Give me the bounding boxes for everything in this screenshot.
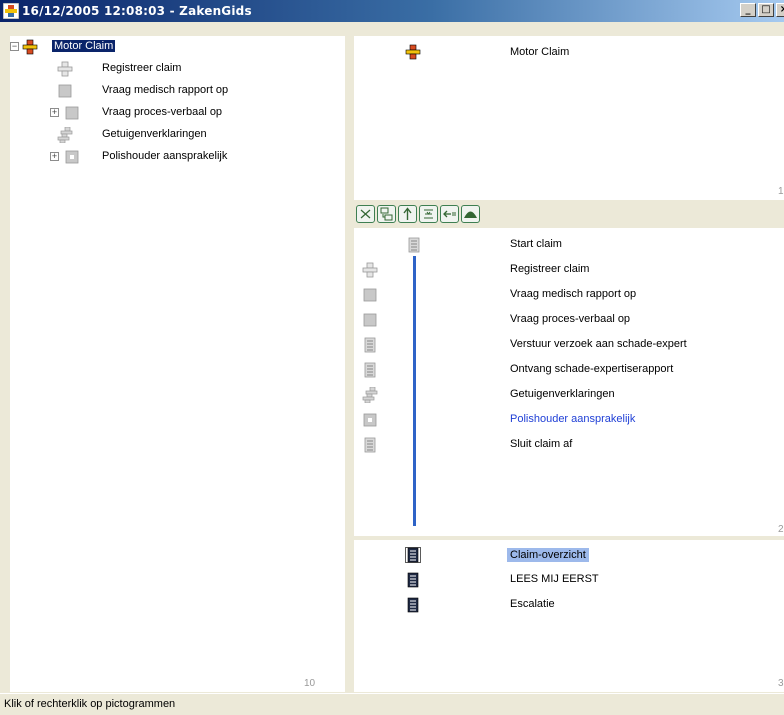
dark-document-icon bbox=[405, 547, 421, 563]
maximize-button[interactable]: □ bbox=[758, 3, 774, 17]
document-item[interactable]: Escalatie bbox=[354, 594, 784, 616]
timeline-item[interactable]: Ontvang schade-expertiserapport bbox=[354, 359, 784, 381]
timeline-item[interactable]: Verstuur verzoek aan schade-expert bbox=[354, 334, 784, 356]
dark-document-icon bbox=[407, 572, 419, 588]
cut-button[interactable] bbox=[356, 205, 375, 223]
dark-document-icon bbox=[407, 597, 419, 613]
timeline-item[interactable]: Sluit claim af bbox=[354, 434, 784, 456]
tree-count: 10 bbox=[304, 678, 316, 689]
cut-icon bbox=[360, 209, 371, 219]
process-tree[interactable]: − Motor Claim Registreer claim Vraag med… bbox=[10, 36, 345, 692]
timeline-item-link[interactable]: Polishouder aansprakelijk bbox=[510, 413, 635, 425]
document-item-label: Escalatie bbox=[510, 598, 555, 610]
document-item-label: LEES MIJ EERST bbox=[510, 573, 599, 585]
tree-item-label: Vraag medisch rapport op bbox=[102, 84, 229, 96]
gray-square-icon bbox=[65, 106, 79, 120]
timeline-item-label: Getuigenverklaringen bbox=[510, 388, 615, 400]
timeline-item-label: Verstuur verzoek aan schade-expert bbox=[510, 338, 687, 350]
timeline-count: 2 bbox=[778, 524, 784, 535]
document-icon bbox=[364, 437, 376, 453]
timeline-toolbar bbox=[354, 202, 784, 228]
timeline-panel[interactable]: Start claim Registreer claim Vraag medis… bbox=[354, 228, 784, 536]
tree-item-label: Polishouder aansprakelijk bbox=[102, 150, 228, 162]
move-left-button[interactable] bbox=[440, 205, 459, 223]
align-icon bbox=[424, 209, 433, 219]
gray-multi-cross-icon bbox=[362, 387, 378, 403]
timeline-item-label: Sluit claim af bbox=[510, 438, 573, 450]
document-item[interactable]: Claim-overzicht bbox=[354, 544, 784, 566]
timeline-item[interactable]: Polishouder aansprakelijk bbox=[354, 409, 784, 431]
document-icon bbox=[364, 362, 376, 378]
tree-item-label: Registreer claim bbox=[102, 62, 182, 74]
minimize-button[interactable]: _ bbox=[740, 3, 756, 17]
gray-dot-square-icon bbox=[363, 413, 377, 427]
top-panel-count: 1 bbox=[778, 186, 784, 197]
tree-item-vraag-medisch-rapport[interactable]: Vraag medisch rapport op bbox=[10, 80, 345, 102]
process-cross-icon bbox=[22, 39, 38, 55]
tree-item-label: Getuigenverklaringen bbox=[102, 128, 207, 140]
close-button[interactable]: × bbox=[776, 3, 784, 17]
tree-item-polishouder-aansprakelijk[interactable]: + Polishouder aansprakelijk bbox=[10, 146, 345, 168]
timeline-item-label: Start claim bbox=[510, 238, 562, 250]
document-icon bbox=[408, 237, 420, 253]
process-cross-icon bbox=[405, 44, 421, 60]
timeline-item-label: Registreer claim bbox=[510, 263, 590, 275]
insert-button[interactable] bbox=[377, 205, 396, 223]
timeline-item[interactable]: Getuigenverklaringen bbox=[354, 384, 784, 406]
gray-square-icon bbox=[363, 313, 377, 327]
gray-multi-cross-icon bbox=[57, 127, 73, 143]
tree-item-vraag-proces-verbaal[interactable]: + Vraag proces-verbaal op bbox=[10, 102, 345, 124]
tree-item-label: Vraag proces-verbaal op bbox=[102, 106, 223, 118]
tree-item-motor-claim[interactable]: − Motor Claim bbox=[10, 36, 345, 58]
window-title: 16/12/2005 12:08:03 - ZakenGids bbox=[22, 4, 252, 18]
align-button[interactable] bbox=[419, 205, 438, 223]
timeline-item[interactable]: Vraag proces-verbaal op bbox=[354, 309, 784, 331]
document-item-label: Claim-overzicht bbox=[507, 548, 589, 562]
expand-toggle[interactable]: + bbox=[50, 152, 59, 161]
gray-cross-icon bbox=[362, 262, 378, 278]
documents-count: 3 bbox=[778, 678, 784, 689]
tree-item-registreer-claim[interactable]: Registreer claim bbox=[10, 58, 345, 80]
documents-panel[interactable]: Claim-overzicht LEES MIJ EERST Escalatie… bbox=[354, 540, 784, 692]
arrow-left-icon bbox=[443, 210, 456, 218]
tree-item-getuigenverklaringen[interactable]: Getuigenverklaringen bbox=[10, 124, 345, 146]
tree-item-label: Motor Claim bbox=[52, 40, 116, 52]
window-controls: _ □ × bbox=[740, 3, 784, 17]
process-header-panel: Motor Claim 1 bbox=[354, 36, 784, 200]
status-bar: Klik of rechterklik op pictogrammen bbox=[0, 693, 784, 715]
timeline-item-label: Ontvang schade-expertiserapport bbox=[510, 363, 674, 375]
collapse-toggle[interactable]: − bbox=[10, 42, 19, 51]
title-bar[interactable]: 16/12/2005 12:08:03 - ZakenGids _ □ × bbox=[0, 0, 784, 22]
timeline-item-label: Vraag proces-verbaal op bbox=[510, 313, 631, 325]
timeline-item-label: Vraag medisch rapport op bbox=[510, 288, 637, 300]
timeline-item[interactable]: Registreer claim bbox=[354, 259, 784, 281]
gray-dot-square-icon bbox=[65, 150, 79, 164]
gray-square-icon bbox=[58, 84, 72, 98]
timeline-item[interactable]: Start claim bbox=[354, 234, 784, 256]
document-item[interactable]: LEES MIJ EERST bbox=[354, 569, 784, 591]
process-title: Motor Claim bbox=[510, 46, 570, 58]
expand-toggle[interactable]: + bbox=[50, 108, 59, 117]
insert-icon bbox=[380, 207, 393, 221]
gray-cross-icon bbox=[57, 61, 73, 77]
status-text: Klik of rechterklik op pictogrammen bbox=[4, 698, 176, 710]
curve-button[interactable] bbox=[461, 205, 480, 223]
gray-square-icon bbox=[363, 288, 377, 302]
document-icon bbox=[364, 337, 376, 353]
app-icon bbox=[3, 3, 19, 19]
curve-icon bbox=[464, 211, 477, 218]
move-up-button[interactable] bbox=[398, 205, 417, 223]
timeline-item[interactable]: Vraag medisch rapport op bbox=[354, 284, 784, 306]
arrow-up-icon bbox=[403, 207, 412, 220]
